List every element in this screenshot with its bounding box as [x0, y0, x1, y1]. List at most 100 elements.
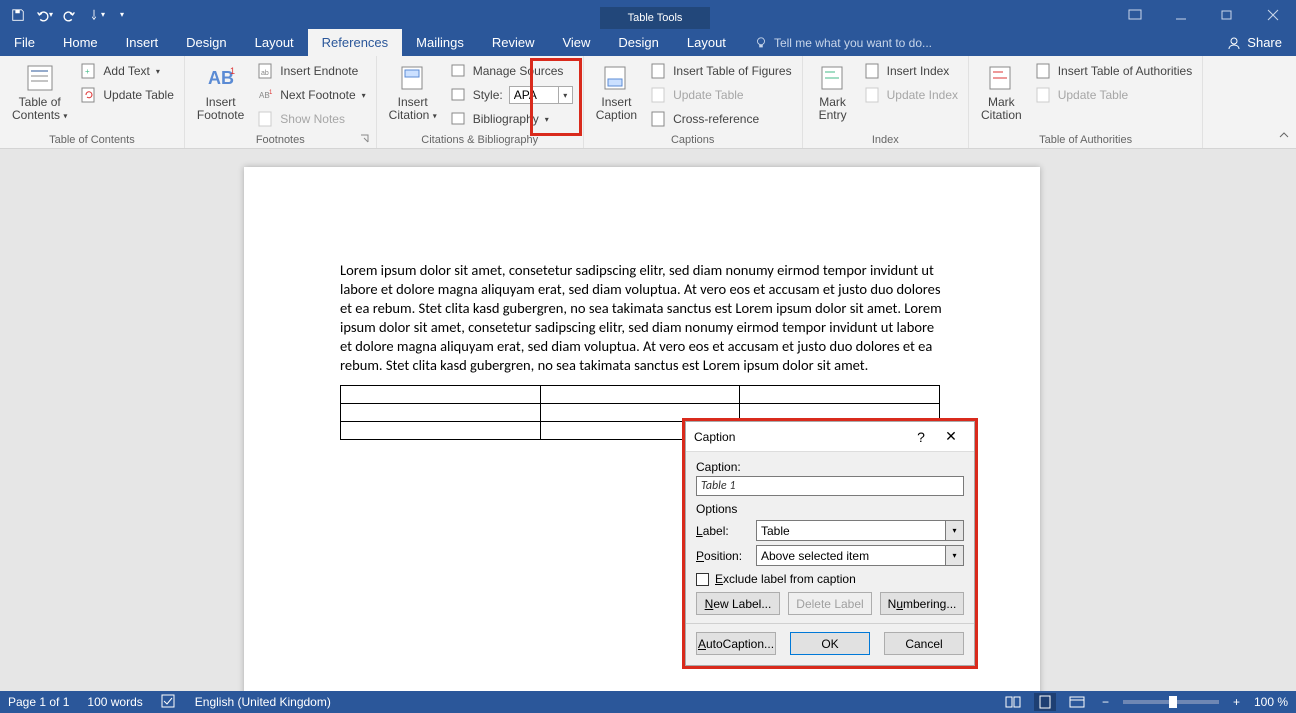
dialog-separator [686, 623, 974, 624]
table-row[interactable] [341, 386, 940, 404]
mark-entry-icon [817, 62, 849, 94]
label-combo-input[interactable] [756, 520, 946, 541]
table-of-contents-button[interactable]: Table of Contents ▾ [6, 60, 73, 132]
insert-index-button[interactable]: Insert Index [861, 60, 962, 82]
caption-dialog: Caption ? ✕ Caption: Options Label: ▾ Po… [685, 421, 975, 666]
dialog-titlebar[interactable]: Caption ? ✕ [686, 422, 974, 452]
group-citations: Insert Citation ▾ Manage Sources Style: … [377, 56, 584, 148]
insert-citation-button[interactable]: Insert Citation ▾ [383, 60, 443, 132]
lightbulb-icon [754, 36, 768, 50]
close-button[interactable] [1250, 0, 1296, 29]
tab-insert[interactable]: Insert [112, 29, 173, 56]
caption-field-label: Caption: [696, 460, 964, 474]
zoom-slider-thumb[interactable] [1169, 696, 1177, 708]
tell-me-placeholder: Tell me what you want to do... [774, 36, 932, 50]
title-bar: ▾ ▾ ▾ Word Table Tools [0, 0, 1296, 29]
read-mode-button[interactable] [1002, 693, 1024, 711]
caption-icon [600, 62, 632, 94]
toc-icon [24, 62, 56, 94]
save-button[interactable] [6, 3, 30, 27]
update-toa-icon [1036, 87, 1052, 103]
next-footnote-button[interactable]: AB1Next Footnote ▾ [254, 84, 369, 106]
show-notes-button[interactable]: Show Notes [254, 108, 369, 130]
group-toa: Mark Citation Insert Table of Authoritie… [969, 56, 1203, 148]
insert-footnote-button[interactable]: AB1 Insert Footnote [191, 60, 250, 132]
label-combo-dropdown[interactable]: ▾ [946, 520, 964, 541]
tab-mailings[interactable]: Mailings [402, 29, 478, 56]
status-words[interactable]: 100 words [87, 695, 142, 709]
update-table-figures-button[interactable]: Update Table [647, 84, 796, 106]
update-index-button[interactable]: Update Index [861, 84, 962, 106]
insert-toa-button[interactable]: Insert Table of Authorities [1032, 60, 1197, 82]
new-label-button[interactable]: New Label... [696, 592, 780, 615]
cancel-button[interactable]: Cancel [884, 632, 964, 655]
exclude-label-checkbox[interactable]: Exclude label from caption [696, 572, 964, 586]
style-value-input[interactable] [509, 86, 559, 104]
citation-icon [397, 62, 429, 94]
update-toc-button[interactable]: Update Table [77, 84, 178, 106]
add-text-button[interactable]: +Add Text ▾ [77, 60, 178, 82]
maximize-button[interactable] [1204, 0, 1250, 29]
show-notes-icon [258, 111, 274, 127]
document-area[interactable]: Lorem ipsum dolor sit amet, consetetur s… [0, 149, 1296, 691]
status-page[interactable]: Page 1 of 1 [8, 695, 69, 709]
status-language[interactable]: English (United Kingdom) [195, 695, 331, 709]
group-index: Mark Entry Insert Index Update Index Ind… [803, 56, 969, 148]
tab-table-design[interactable]: Design [604, 29, 672, 56]
qat-customize-button[interactable]: ▾ [110, 3, 134, 27]
minimize-button[interactable] [1158, 0, 1204, 29]
caption-input[interactable] [696, 476, 964, 496]
share-icon [1227, 36, 1241, 50]
ribbon-display-options-button[interactable] [1112, 0, 1158, 29]
ok-button[interactable]: OK [790, 632, 870, 655]
tell-me-search[interactable]: Tell me what you want to do... [740, 29, 932, 56]
print-layout-button[interactable] [1034, 693, 1056, 711]
insert-table-of-figures-button[interactable]: Insert Table of Figures [647, 60, 796, 82]
mark-entry-button[interactable]: Mark Entry [809, 60, 857, 132]
autocaption-button[interactable]: AutoCaption... [696, 632, 776, 655]
position-combo-dropdown[interactable]: ▾ [946, 545, 964, 566]
cross-reference-button[interactable]: Cross-reference [647, 108, 796, 130]
mark-citation-button[interactable]: Mark Citation [975, 60, 1028, 132]
dialog-help-button[interactable]: ? [906, 422, 936, 452]
share-button[interactable]: Share [1213, 29, 1296, 56]
checkbox-icon[interactable] [696, 573, 709, 586]
undo-button[interactable]: ▾ [32, 3, 56, 27]
insert-endnote-button[interactable]: abInsert Endnote [254, 60, 369, 82]
dialog-close-button[interactable]: ✕ [936, 422, 966, 452]
tab-table-layout[interactable]: Layout [673, 29, 740, 56]
update-toa-button[interactable]: Update Table [1032, 84, 1197, 106]
zoom-slider[interactable] [1123, 700, 1219, 704]
zoom-out-button[interactable]: − [1098, 695, 1113, 709]
tab-layout[interactable]: Layout [241, 29, 308, 56]
options-label: Options [696, 502, 964, 516]
insert-caption-button[interactable]: Insert Caption [590, 60, 643, 132]
tab-home[interactable]: Home [49, 29, 112, 56]
insert-index-icon [865, 63, 881, 79]
position-combo-input[interactable] [756, 545, 946, 566]
manage-sources-button[interactable]: Manage Sources [447, 60, 577, 82]
tab-file[interactable]: File [0, 29, 49, 56]
footnotes-launcher[interactable] [360, 133, 372, 145]
group-label: Citations & Bibliography [383, 132, 577, 146]
group-label: Footnotes [191, 132, 370, 146]
web-layout-button[interactable] [1066, 693, 1088, 711]
numbering-button[interactable]: Numbering... [880, 592, 964, 615]
style-dropdown-button[interactable]: ▾ [559, 86, 573, 104]
tab-references[interactable]: References [308, 29, 402, 56]
status-bar: Page 1 of 1 100 words English (United Ki… [0, 691, 1296, 713]
tab-review[interactable]: Review [478, 29, 549, 56]
collapse-ribbon-button[interactable] [1278, 129, 1290, 144]
bibliography-button[interactable]: Bibliography ▾ [447, 108, 577, 130]
status-proofing-icon[interactable] [161, 694, 177, 711]
tab-design[interactable]: Design [172, 29, 240, 56]
add-text-icon: + [81, 63, 97, 79]
tab-view[interactable]: View [548, 29, 604, 56]
touch-mode-button[interactable]: ▾ [84, 3, 108, 27]
zoom-level[interactable]: 100 % [1254, 695, 1288, 709]
group-label: Captions [590, 132, 796, 146]
citation-style-select[interactable]: Style: ▾ [447, 84, 577, 106]
zoom-in-button[interactable]: + [1229, 695, 1244, 709]
redo-button[interactable] [58, 3, 82, 27]
body-paragraph[interactable]: Lorem ipsum dolor sit amet, consetetur s… [340, 261, 944, 375]
